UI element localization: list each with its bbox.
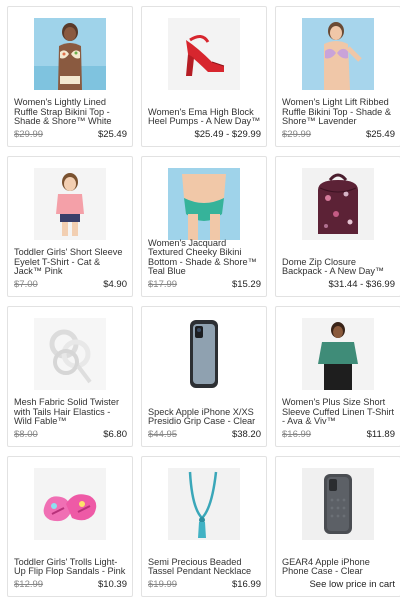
product-card[interactable]: GEAR4 Apple iPhone Phone Case - Clear Se… bbox=[275, 456, 400, 597]
regular-price: $19.99 bbox=[148, 579, 178, 590]
price-row: $12.99 $10.39 bbox=[14, 579, 127, 590]
price-row: $31.44 - $36.99 bbox=[282, 279, 395, 290]
price-row: See low price in cart bbox=[282, 579, 395, 590]
sale-price: $4.90 bbox=[103, 279, 127, 290]
product-image[interactable] bbox=[34, 168, 106, 240]
sale-price: $31.44 - $36.99 bbox=[328, 279, 395, 290]
price-row: $29.99 $25.49 bbox=[282, 129, 395, 140]
product-image[interactable] bbox=[302, 18, 374, 90]
regular-price: $44.95 bbox=[148, 429, 178, 440]
product-card[interactable]: Mesh Fabric Solid Twister with Tails Hai… bbox=[7, 306, 133, 447]
product-image[interactable] bbox=[168, 318, 240, 390]
sale-price: $25.49 bbox=[365, 129, 395, 140]
product-image[interactable] bbox=[34, 468, 106, 540]
price-row: $8.00 $6.80 bbox=[14, 429, 127, 440]
product-card[interactable]: Women's Ema High Block Heel Pumps - A Ne… bbox=[141, 6, 267, 147]
regular-price: $7.00 bbox=[14, 279, 38, 290]
product-card[interactable]: Dome Zip Closure Backpack - A New Day™ $… bbox=[275, 156, 400, 297]
product-title[interactable]: Speck Apple iPhone X/XS Presidio Grip Ca… bbox=[148, 407, 261, 427]
sale-price: $15.29 bbox=[231, 279, 261, 290]
product-image[interactable] bbox=[34, 318, 106, 390]
product-card[interactable]: Speck Apple iPhone X/XS Presidio Grip Ca… bbox=[141, 306, 267, 447]
price-row: $44.95 $38.20 bbox=[148, 429, 261, 440]
regular-price: $16.99 bbox=[282, 429, 312, 440]
product-card[interactable]: Semi Precious Beaded Tassel Pendant Neck… bbox=[141, 456, 267, 597]
product-title[interactable]: Women's Ema High Block Heel Pumps - A Ne… bbox=[148, 107, 261, 127]
sale-price: $38.20 bbox=[231, 429, 261, 440]
product-title[interactable]: Toddler Girls' Short Sleeve Eyelet T-Shi… bbox=[14, 247, 127, 277]
price-row: $16.99 $11.89 bbox=[282, 429, 395, 440]
product-image[interactable] bbox=[168, 168, 240, 240]
product-card[interactable]: Toddler Girls' Trolls Light-Up Flip Flop… bbox=[7, 456, 133, 597]
product-image[interactable] bbox=[302, 168, 374, 240]
product-title[interactable]: GEAR4 Apple iPhone Phone Case - Clear bbox=[282, 557, 395, 577]
product-image[interactable] bbox=[168, 18, 240, 90]
sale-price: $25.49 bbox=[97, 129, 127, 140]
product-title[interactable]: Toddler Girls' Trolls Light-Up Flip Flop… bbox=[14, 557, 127, 577]
product-title[interactable]: Semi Precious Beaded Tassel Pendant Neck… bbox=[148, 557, 261, 577]
price-row: $7.00 $4.90 bbox=[14, 279, 127, 290]
product-card[interactable]: Women's Plus Size Short Sleeve Cuffed Li… bbox=[275, 306, 400, 447]
product-title[interactable]: Women's Plus Size Short Sleeve Cuffed Li… bbox=[282, 397, 395, 427]
product-title[interactable]: Dome Zip Closure Backpack - A New Day™ bbox=[282, 257, 395, 277]
price-row: $17.99 $15.29 bbox=[148, 279, 261, 290]
price-row: $19.99 $16.99 bbox=[148, 579, 261, 590]
product-title[interactable]: Mesh Fabric Solid Twister with Tails Hai… bbox=[14, 397, 127, 427]
product-image[interactable] bbox=[302, 318, 374, 390]
regular-price: $29.99 bbox=[282, 129, 312, 140]
regular-price: $17.99 bbox=[148, 279, 178, 290]
price-row: $25.49 - $29.99 bbox=[148, 129, 261, 140]
product-image[interactable] bbox=[168, 468, 240, 540]
product-grid: Women's Lightly Lined Ruffle Strap Bikin… bbox=[0, 0, 400, 600]
product-card[interactable]: Women's Lightly Lined Ruffle Strap Bikin… bbox=[7, 6, 133, 147]
product-title[interactable]: Women's Lightly Lined Ruffle Strap Bikin… bbox=[14, 97, 127, 127]
regular-price: $8.00 bbox=[14, 429, 38, 440]
price-note: See low price in cart bbox=[309, 579, 395, 590]
sale-price: $25.49 - $29.99 bbox=[194, 129, 261, 140]
sale-price: $10.39 bbox=[97, 579, 127, 590]
product-card[interactable]: Women's Jacquard Textured Cheeky Bikini … bbox=[141, 156, 267, 297]
sale-price: $6.80 bbox=[103, 429, 127, 440]
product-card[interactable]: Women's Light Lift Ribbed Ruffle Bikini … bbox=[275, 6, 400, 147]
product-title[interactable]: Women's Jacquard Textured Cheeky Bikini … bbox=[148, 238, 261, 277]
product-title[interactable]: Women's Light Lift Ribbed Ruffle Bikini … bbox=[282, 97, 395, 127]
regular-price: $12.99 bbox=[14, 579, 44, 590]
product-card[interactable]: Toddler Girls' Short Sleeve Eyelet T-Shi… bbox=[7, 156, 133, 297]
regular-price: $29.99 bbox=[14, 129, 44, 140]
product-image[interactable] bbox=[34, 18, 106, 90]
sale-price: $16.99 bbox=[231, 579, 261, 590]
price-row: $29.99 $25.49 bbox=[14, 129, 127, 140]
sale-price: $11.89 bbox=[366, 429, 395, 440]
product-image[interactable] bbox=[302, 468, 374, 540]
